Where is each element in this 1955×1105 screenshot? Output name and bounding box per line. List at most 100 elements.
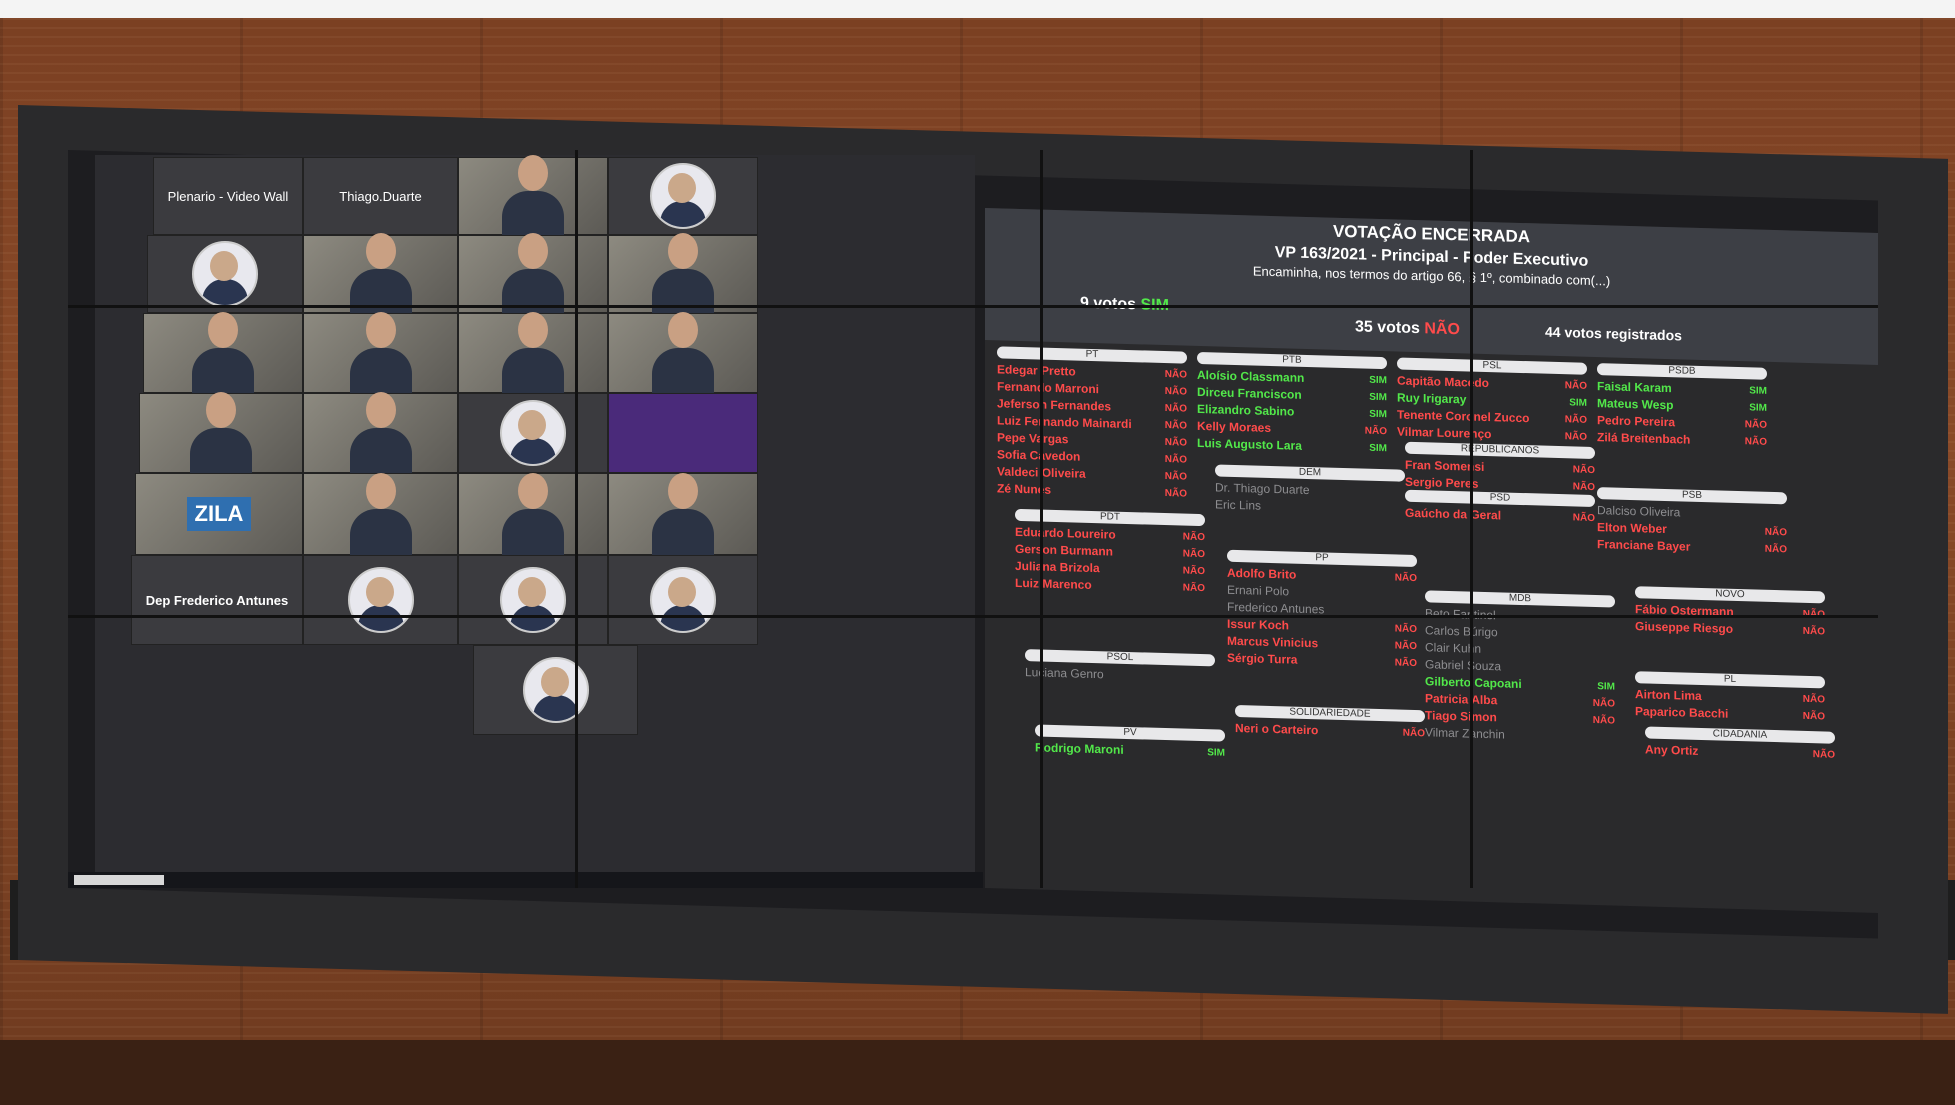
party-block-pp: PP Adolfo Brito NÃO Ernani Polo Frederico An… <box>1227 549 1417 672</box>
tile-camera-3[interactable] <box>458 233 608 319</box>
tile-camera-6[interactable] <box>303 312 458 398</box>
deputy-vote: NÃO <box>1394 623 1417 636</box>
deputy-name: Faisal Karam <box>1597 379 1672 396</box>
vote-header: VOTAÇÃO ENCERRADA VP 163/2021 - Principa… <box>985 208 1878 365</box>
tile-camera-12[interactable] <box>458 473 608 559</box>
deputy-vote: NÃO <box>1182 548 1205 561</box>
deputy-row: Rodrigo Maroni SIM <box>1035 739 1225 761</box>
deputy-vote: NÃO <box>1394 657 1417 670</box>
deputy-vote: NÃO <box>1802 710 1825 723</box>
tile-plenario[interactable]: Plenario - Video Wall <box>153 157 303 235</box>
deputy-vote: NÃO <box>1744 436 1767 448</box>
participant-video <box>498 469 568 559</box>
deputy-name: Any Ortiz <box>1645 742 1699 758</box>
deputy-vote: NÃO <box>1164 369 1187 381</box>
tile-camera-9[interactable] <box>139 392 303 478</box>
tile-zila[interactable]: ZILA <box>135 473 303 555</box>
deputy-vote: NÃO <box>1572 481 1595 494</box>
party-block-pl: PL Airton Lima NÃO Paparico Bacchi NÃO <box>1635 671 1825 725</box>
tile-camera-2[interactable] <box>303 233 458 319</box>
party-block-solidariedade: SOLIDARIEDADE Neri o Carteiro NÃO <box>1235 704 1425 742</box>
party-name: PL <box>1635 671 1825 689</box>
tile-camera-1[interactable] <box>458 155 608 241</box>
deputy-name: Elton Weber <box>1597 520 1667 537</box>
participant-video <box>346 388 416 478</box>
party-block-psl: PSL Capitão Macedo NÃO Ruy Irigaray SIM Tenen… <box>1397 357 1587 446</box>
deputy-name: Gaúcho da Geral <box>1405 505 1502 523</box>
tile-camera-13[interactable] <box>608 473 758 559</box>
deputy-name: Paparico Bacchi <box>1635 704 1729 721</box>
deputy-name: Neri o Carteiro <box>1235 720 1319 738</box>
participant-video <box>188 308 258 398</box>
deputy-name: Mateus Wesp <box>1597 396 1674 413</box>
deputy-row: Gaúcho da Geral NÃO <box>1405 505 1595 527</box>
nao-tally: 35 votos NÃO <box>1355 318 1460 339</box>
deputy-vote: NÃO <box>1764 543 1787 556</box>
tile-avatar-6[interactable] <box>608 555 758 645</box>
tile-camera-8[interactable] <box>608 312 758 398</box>
zila-banner: ZILA <box>186 497 252 531</box>
party-name: PT <box>997 346 1187 364</box>
taskbar-search-box[interactable] <box>74 875 164 885</box>
tile-avatar-5[interactable] <box>458 555 608 645</box>
deputy-vote: NÃO <box>1164 420 1187 432</box>
party-block-republicanos: REPUBLICANOS Fran Somensi NÃO Sergio Peres N… <box>1405 441 1595 496</box>
avatar <box>650 163 716 229</box>
party-block-pdt: PDT Eduardo Loureiro NÃO Gerson Burmann NÃO J… <box>1015 508 1205 597</box>
panel-seam <box>575 150 578 888</box>
deputy-name: Carlos Búrigo <box>1425 623 1498 640</box>
party-block-cidadania: CIDADANIA Any Ortiz NÃO <box>1645 726 1835 763</box>
tile-camera-11[interactable] <box>303 473 458 559</box>
deputy-row: Any Ortiz NÃO <box>1645 741 1835 763</box>
tile-avatar-7[interactable] <box>473 645 638 735</box>
tile-avatar-4[interactable] <box>303 555 458 645</box>
deputy-vote: NÃO <box>1592 697 1615 710</box>
participant-video <box>648 469 718 559</box>
deputy-name: Gabriel Souza <box>1425 657 1502 674</box>
avatar <box>192 241 258 307</box>
deputy-vote: NÃO <box>1164 471 1187 483</box>
tile-frederico-antunes[interactable]: Dep Frederico Antunes <box>131 555 303 645</box>
deputy-row: Luciana Genro <box>1025 664 1215 686</box>
deputy-vote: NÃO <box>1402 727 1425 740</box>
tile-camera-5[interactable] <box>143 312 303 398</box>
deputy-vote: SIM <box>1369 374 1387 387</box>
party-block-psb: PSB Dalciso Oliveira Elton Weber NÃO Francia… <box>1597 487 1787 558</box>
deputy-vote: NÃO <box>1182 565 1205 578</box>
deputy-name: Vilmar Zanchin <box>1425 725 1505 742</box>
deputy-name: Airton Lima <box>1635 687 1702 704</box>
deputy-name: Pepe Vargas <box>997 430 1069 447</box>
tile-camera-10[interactable] <box>303 392 458 478</box>
deputy-vote: SIM <box>1369 391 1387 404</box>
deputy-name: Ruy Irigaray <box>1397 390 1467 407</box>
participant-video <box>346 469 416 559</box>
deputy-name: Ernani Polo <box>1227 582 1290 599</box>
deputy-name: Vilmar Lourenço <box>1397 424 1492 442</box>
party-name: SOLIDARIEDADE <box>1235 704 1425 723</box>
deputy-vote: NÃO <box>1592 714 1615 727</box>
tile-avatar-1[interactable] <box>608 157 758 235</box>
party-name: PSL <box>1397 357 1587 375</box>
tile-avatar-2[interactable] <box>147 235 303 313</box>
tile-camera-off[interactable] <box>608 393 758 473</box>
avatar <box>500 567 566 633</box>
deputy-vote: NÃO <box>1564 380 1587 392</box>
deputy-vote: SIM <box>1207 747 1225 759</box>
participant-video <box>648 308 718 398</box>
tile-thiago-duarte[interactable]: Thiago.Duarte <box>303 157 458 235</box>
deputy-vote: NÃO <box>1164 437 1187 449</box>
party-block-pt: PT Edegar Pretto NÃO Fernando Marroni NÃO Jef… <box>997 346 1187 502</box>
tile-avatar-3[interactable] <box>458 393 608 473</box>
party-block-psd: PSD Gaúcho da Geral NÃO <box>1405 489 1595 527</box>
party-block-novo: NOVOFábio OstermannNÃOGiuseppe RiesgoNÃO <box>1635 586 1825 640</box>
tile-camera-7[interactable] <box>458 312 608 398</box>
deputy-vote: SIM <box>1749 385 1767 397</box>
tile-camera-4[interactable] <box>608 233 758 319</box>
deputy-name: Pedro Pereira <box>1597 413 1676 430</box>
party-name: PP <box>1227 549 1417 568</box>
participant-video <box>498 308 568 398</box>
deputy-name: Zilá Breitenbach <box>1597 430 1691 447</box>
deputy-vote: NÃO <box>1182 531 1205 544</box>
deputy-row: Zilá Breitenbach NÃO <box>1597 429 1767 451</box>
party-block-dem: DEM Dr. Thiago Duarte Eric Lins <box>1215 464 1405 518</box>
